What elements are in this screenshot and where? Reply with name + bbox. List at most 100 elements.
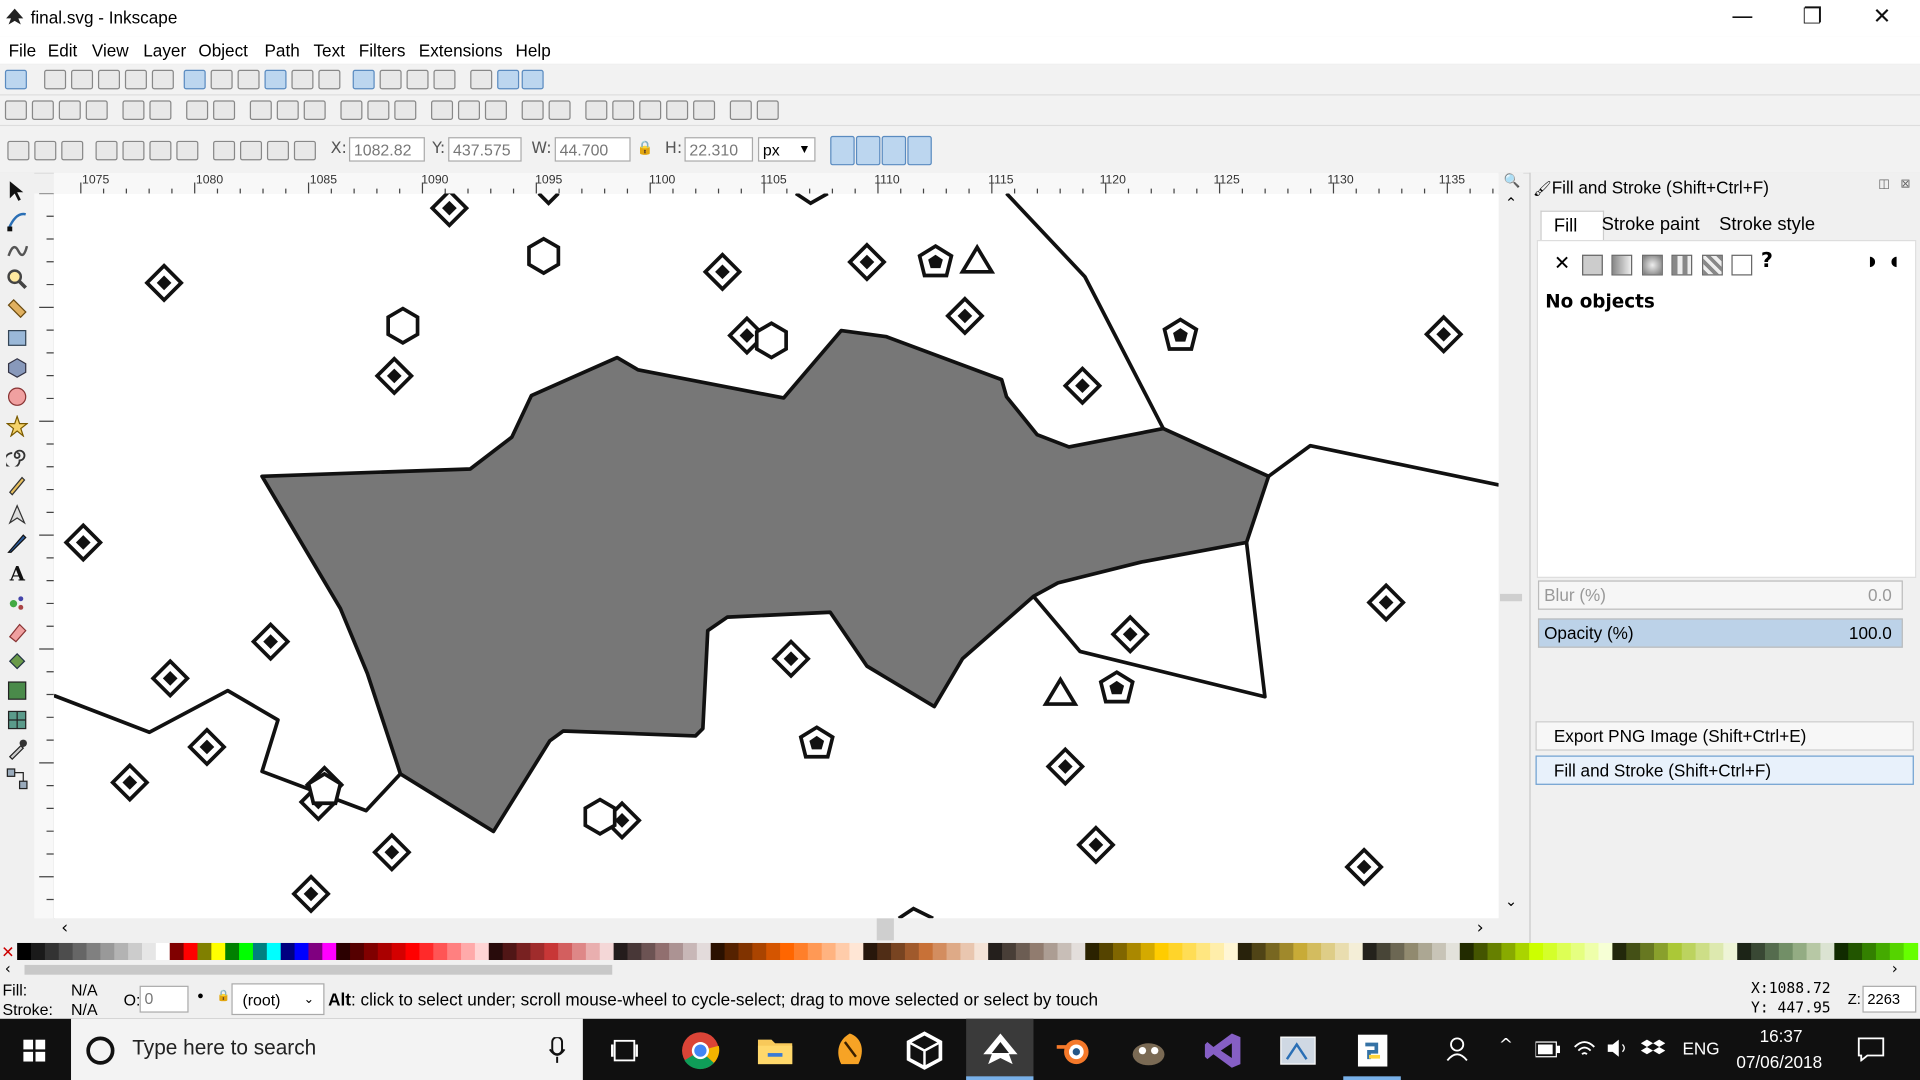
show-hidden-icons-chevron[interactable]: ^	[1499, 1036, 1513, 1056]
inkscape-taskbar-button[interactable]	[966, 1018, 1034, 1080]
palette-swatch[interactable]	[682, 942, 698, 961]
no-paint-button[interactable]: ✕	[1554, 251, 1570, 274]
node-tool-icon[interactable]	[6, 209, 28, 232]
scale-corners-icon[interactable]	[855, 135, 881, 166]
snap-enable-icon[interactable]	[4, 69, 27, 90]
scroll-up-icon[interactable]: ⌃	[1505, 195, 1517, 212]
palette-swatch[interactable]	[72, 942, 88, 961]
menu-filters[interactable]: Filters	[359, 40, 406, 60]
action-center-icon[interactable]	[1857, 1037, 1885, 1062]
snap-bbox-icon[interactable]	[44, 69, 67, 90]
palette-swatch[interactable]	[1764, 942, 1780, 961]
palette-swatch[interactable]	[377, 942, 393, 961]
palette-swatch[interactable]	[280, 942, 296, 961]
palette-swatch[interactable]	[1737, 942, 1752, 961]
tweak-tool-icon[interactable]	[6, 239, 29, 261]
palette-swatch[interactable]	[1154, 942, 1170, 961]
rotate-ccw-icon[interactable]	[95, 140, 118, 161]
selector-tool-icon[interactable]	[6, 180, 28, 202]
palette-swatches[interactable]: ✕	[0, 942, 1920, 962]
palette-swatch[interactable]	[904, 942, 920, 961]
palette-scroll-left-icon[interactable]: ‹	[5, 960, 11, 977]
triangle-marker[interactable]	[1042, 676, 1079, 706]
palette-swatch[interactable]	[807, 942, 823, 961]
palette-swatch[interactable]	[655, 942, 670, 961]
palette-swatch[interactable]	[1223, 942, 1239, 961]
hexagon-marker[interactable]	[386, 306, 420, 345]
palette-swatch[interactable]	[1057, 942, 1072, 961]
snap-midpoint-icon[interactable]	[291, 69, 314, 90]
minimize-button[interactable]: —	[1714, 0, 1770, 37]
palette-swatch[interactable]	[1598, 942, 1613, 961]
scroll-left-icon[interactable]: ‹	[61, 918, 68, 938]
palette-swatch[interactable]	[1543, 942, 1558, 961]
palette-swatch[interactable]	[1126, 942, 1142, 961]
flat-color-button[interactable]	[1582, 254, 1603, 276]
snap-bbox-midpoint-icon[interactable]	[124, 69, 147, 90]
palette-swatch[interactable]	[211, 942, 226, 961]
palette-swatch[interactable]	[960, 942, 975, 961]
snap-guide-icon[interactable]	[521, 69, 544, 90]
chrome-icon[interactable]	[680, 1030, 722, 1072]
color-palette[interactable]: ✕	[0, 942, 1920, 962]
palette-swatch[interactable]	[1834, 942, 1849, 961]
palette-swatch[interactable]	[1848, 942, 1863, 961]
flip-vertical-icon[interactable]	[176, 140, 199, 161]
unset-paint-button[interactable]: ?	[1761, 249, 1773, 273]
fill-rule-evenodd-icon[interactable]: ◗	[1869, 253, 1876, 269]
palette-swatch[interactable]	[86, 942, 101, 961]
star-tool-icon[interactable]	[6, 415, 29, 438]
swatch-button[interactable]	[1731, 254, 1753, 276]
search-box[interactable]: Type here to search	[71, 1018, 583, 1080]
fill-stroke-panel-header[interactable]: Fill and Stroke (Shift+Ctrl+F)	[1535, 755, 1914, 785]
battery-icon[interactable]	[1535, 1041, 1561, 1058]
group-icon[interactable]	[521, 100, 544, 121]
gradient-tool-icon[interactable]	[6, 680, 28, 702]
palette-swatch[interactable]	[17, 942, 32, 961]
palette-swatch[interactable]	[474, 942, 490, 961]
palette-swatch[interactable]	[266, 942, 282, 961]
mesh-tool-icon[interactable]	[6, 709, 28, 731]
palette-swatch[interactable]	[58, 942, 74, 961]
palette-swatch[interactable]	[1723, 942, 1738, 961]
palette-swatch[interactable]	[1778, 942, 1794, 961]
palette-swatch[interactable]	[1862, 942, 1877, 961]
text-tool-icon[interactable]: A	[6, 562, 28, 584]
dock-close-icon[interactable]: ⊠	[1900, 178, 1910, 191]
fill-rule-nonzero-icon[interactable]: ◖	[1891, 253, 1898, 269]
no-color-swatch[interactable]: ✕	[1, 943, 14, 962]
palette-swatch[interactable]	[724, 942, 740, 961]
palette-swatch[interactable]	[710, 942, 726, 961]
snap-text-icon[interactable]	[433, 69, 456, 90]
palette-swatch[interactable]	[1002, 942, 1017, 961]
raise-top-icon[interactable]	[293, 140, 316, 161]
palette-swatch[interactable]	[1376, 942, 1392, 961]
pen-tool-icon[interactable]	[6, 503, 28, 525]
select-all-layers-icon[interactable]	[34, 140, 57, 161]
palette-swatch[interactable]	[1626, 942, 1641, 961]
palette-swatch[interactable]	[1612, 942, 1627, 961]
vertical-scroll-thumb[interactable]	[1500, 593, 1523, 602]
scroll-down-icon[interactable]: ⌄	[1505, 893, 1517, 910]
text-font-icon[interactable]	[612, 100, 635, 121]
zoom-corner-icon[interactable]: 🔍	[1504, 173, 1521, 189]
palette-swatch[interactable]	[225, 942, 240, 961]
palette-swatch[interactable]	[1404, 942, 1419, 961]
palette-swatch[interactable]	[1667, 942, 1683, 961]
fill-stroke-icon[interactable]	[585, 100, 608, 121]
menu-object[interactable]: Object	[198, 40, 248, 60]
snap-text-baseline-icon[interactable]	[406, 69, 429, 90]
palette-swatch[interactable]	[1015, 942, 1031, 961]
palette-swatch[interactable]	[974, 942, 989, 961]
palette-swatch[interactable]	[793, 942, 809, 961]
palette-swatch[interactable]	[44, 942, 60, 961]
palette-swatch[interactable]	[544, 942, 559, 961]
palette-swatch[interactable]	[405, 942, 421, 961]
vertical-scrollbar[interactable]: 🔍 ⌃ ⌄	[1498, 172, 1524, 920]
unlink-clone-icon[interactable]	[484, 100, 507, 121]
xml-editor-icon[interactable]	[666, 100, 689, 121]
zoom-page-icon[interactable]	[394, 100, 417, 121]
selected-shape[interactable]	[260, 328, 1271, 834]
menu-view[interactable]: View	[92, 40, 129, 60]
people-icon[interactable]	[1445, 1036, 1469, 1063]
